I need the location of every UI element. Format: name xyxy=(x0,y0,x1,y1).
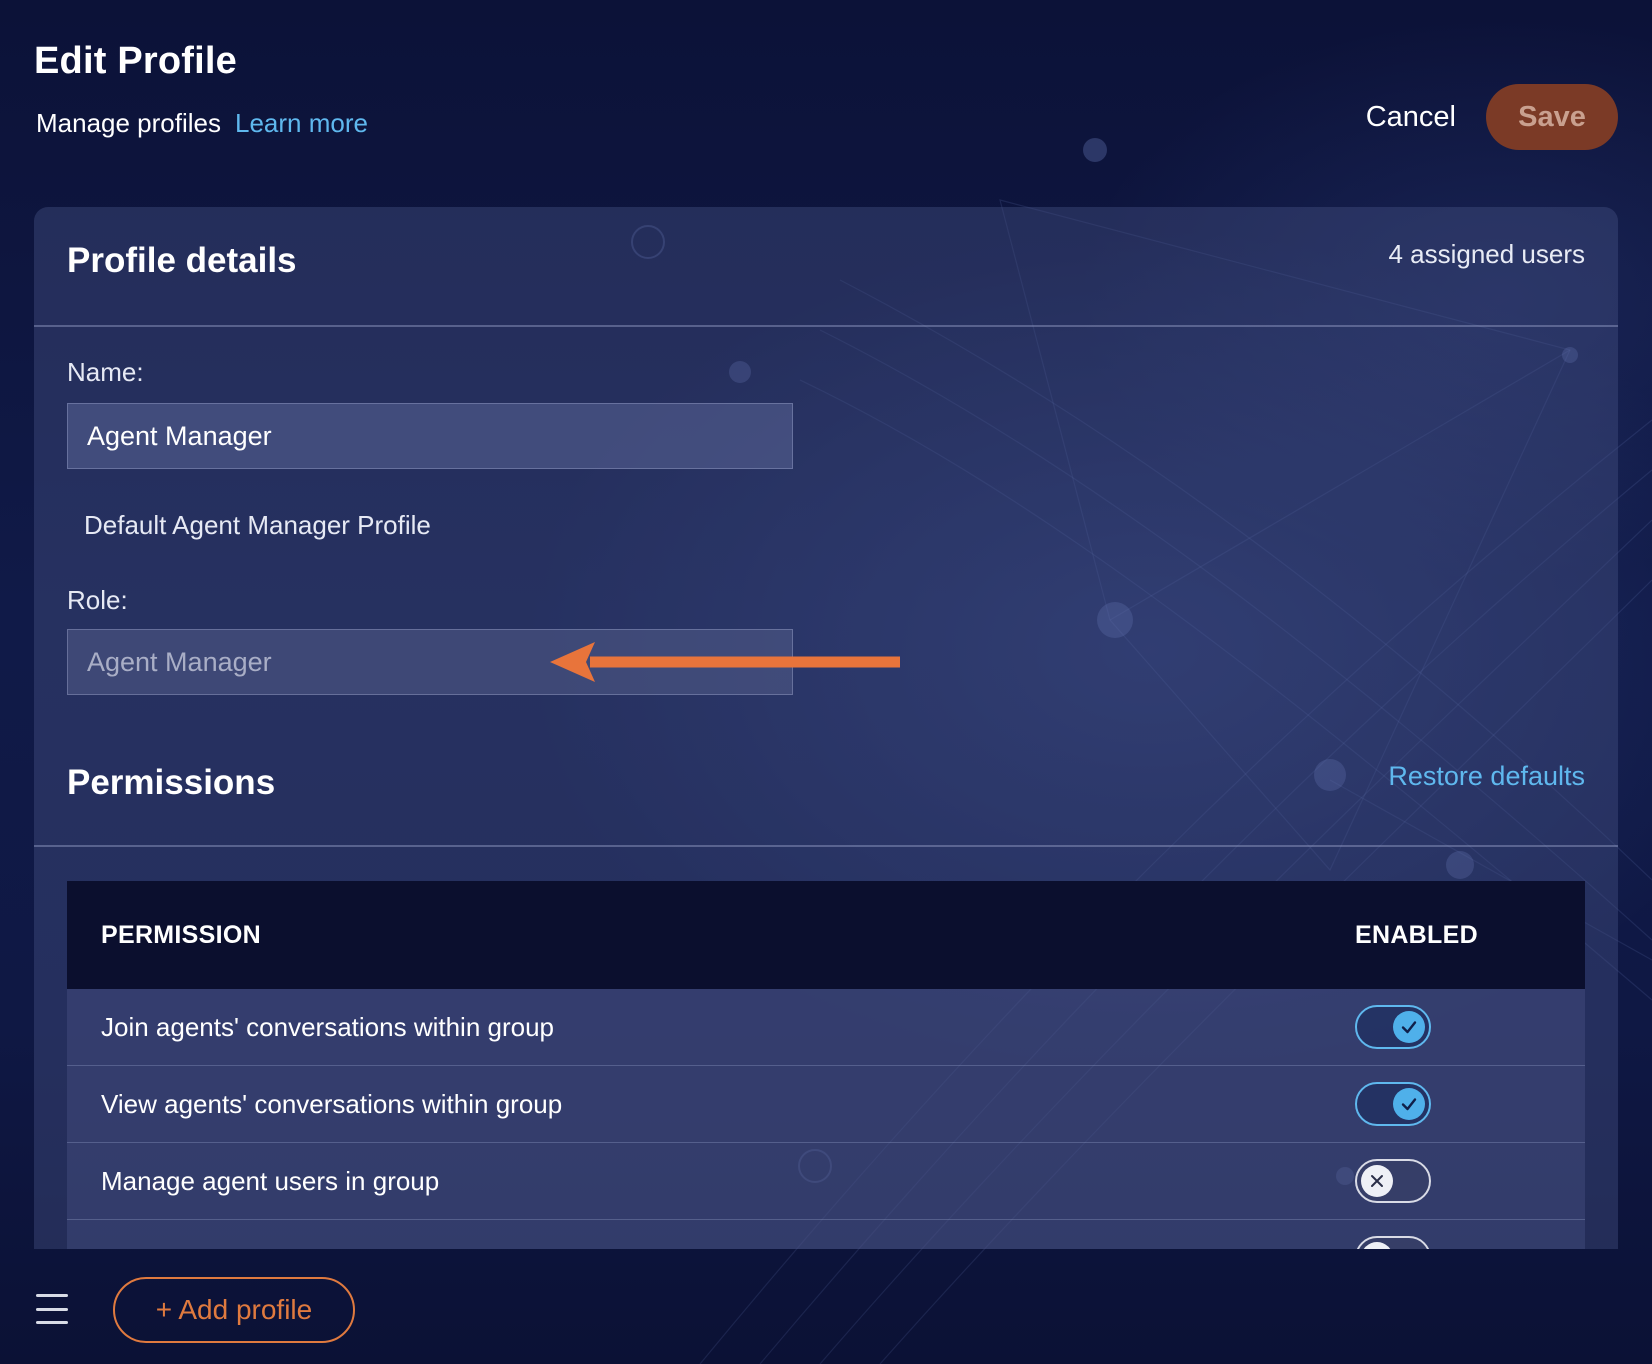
cancel-button[interactable]: Cancel xyxy=(1366,101,1456,134)
enabled-cell xyxy=(1355,1236,1585,1249)
check-icon xyxy=(1393,1088,1425,1120)
page-title: Edit Profile xyxy=(34,40,237,82)
table-row: Manage agent users in group xyxy=(67,1143,1585,1220)
x-icon xyxy=(1361,1165,1393,1197)
permissions-table: PERMISSION ENABLED Join agents' conversa… xyxy=(67,881,1585,1249)
add-profile-button[interactable]: + Add profile xyxy=(113,1277,355,1343)
permission-toggle[interactable] xyxy=(1355,1236,1431,1249)
table-row-partial xyxy=(67,1220,1585,1249)
permission-toggle[interactable] xyxy=(1355,1159,1431,1203)
restore-defaults-link[interactable]: Restore defaults xyxy=(1388,761,1585,792)
annotation-arrow-icon xyxy=(550,642,900,682)
column-header-enabled: ENABLED xyxy=(1355,920,1478,949)
x-icon xyxy=(1361,1242,1393,1249)
save-button[interactable]: Save xyxy=(1486,84,1618,150)
subtitle-row: Manage profiles Learn more xyxy=(36,108,368,139)
subtitle-text: Manage profiles xyxy=(36,108,221,138)
hamburger-menu-icon[interactable] xyxy=(36,1294,68,1324)
profile-panel: Profile details 4 assigned users Name: A… xyxy=(34,207,1618,1249)
permissions-heading: Permissions xyxy=(67,763,276,802)
enabled-cell xyxy=(1355,1159,1585,1203)
assigned-users-count: 4 assigned users xyxy=(1388,239,1585,269)
name-label: Name: xyxy=(67,357,144,387)
permission-toggle[interactable] xyxy=(1355,1005,1431,1049)
column-header-permission: PERMISSION xyxy=(101,920,261,949)
profile-details-header: Profile details 4 assigned users xyxy=(34,207,1618,327)
permission-label: Join agents' conversations within group xyxy=(101,1011,555,1042)
table-row: View agents' conversations within group xyxy=(67,1066,1585,1143)
enabled-cell xyxy=(1355,1082,1585,1126)
enabled-cell xyxy=(1355,1005,1585,1049)
table-header: PERMISSION ENABLED xyxy=(67,881,1585,989)
learn-more-link[interactable]: Learn more xyxy=(235,108,368,139)
role-label: Role: xyxy=(67,585,128,615)
profile-description: Default Agent Manager Profile xyxy=(84,510,431,540)
name-input[interactable]: Agent Manager xyxy=(67,403,793,469)
permissions-header: Permissions Restore defaults xyxy=(34,727,1618,847)
permission-label: View agents' conversations within group xyxy=(101,1088,563,1119)
permission-toggle[interactable] xyxy=(1355,1082,1431,1126)
table-row: Join agents' conversations within group xyxy=(67,989,1585,1066)
header-actions: Cancel Save xyxy=(1366,84,1618,150)
permission-label: Manage agent users in group xyxy=(101,1165,440,1196)
check-icon xyxy=(1393,1011,1425,1043)
profile-details-heading: Profile details xyxy=(67,241,297,280)
